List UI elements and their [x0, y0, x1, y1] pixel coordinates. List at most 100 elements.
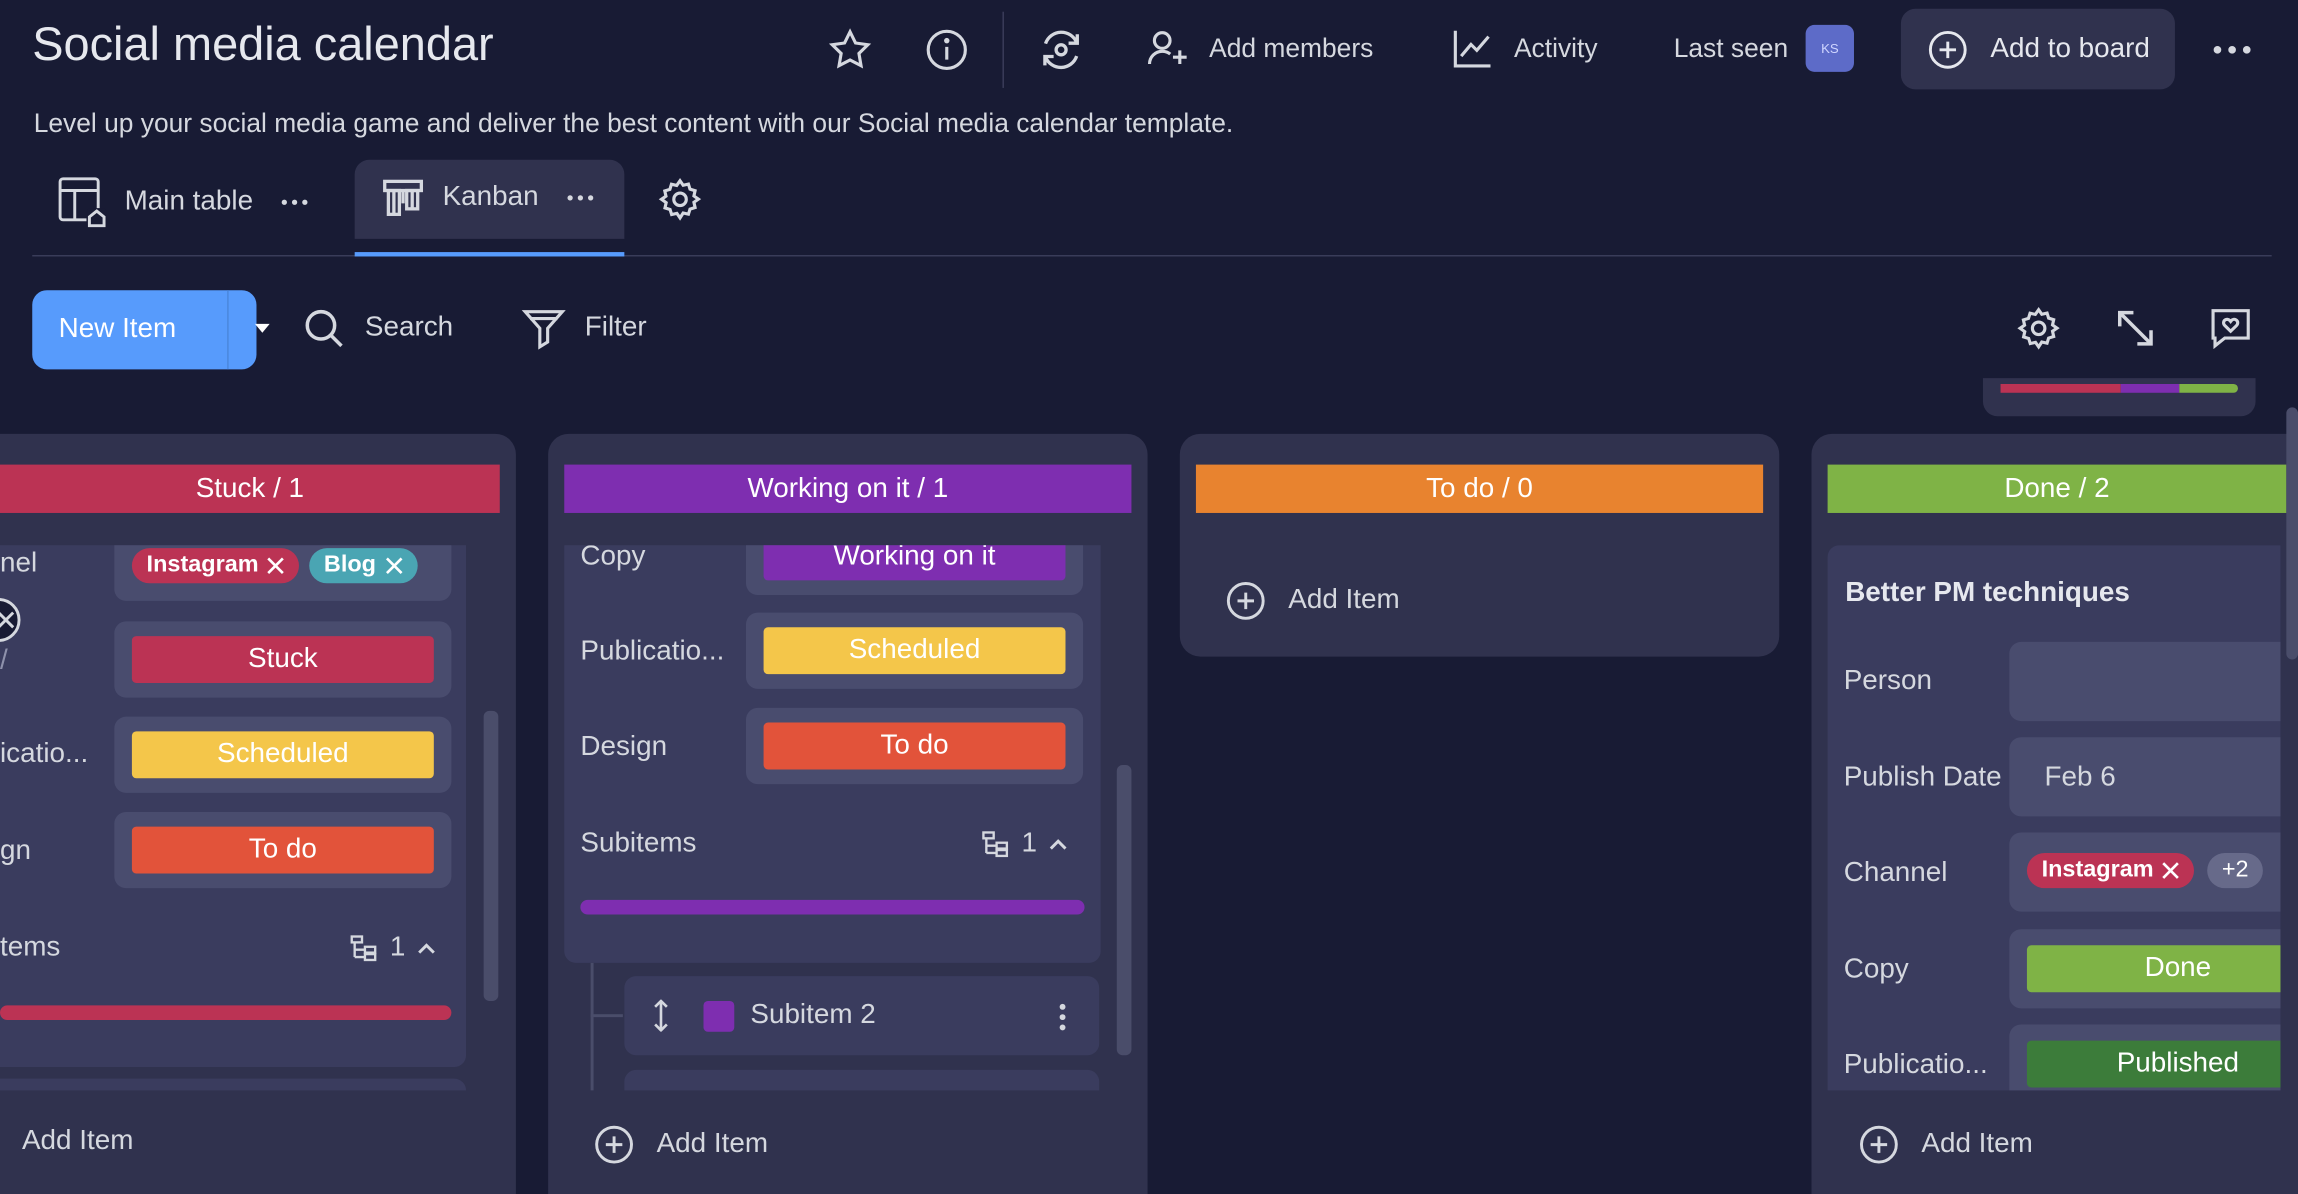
copy-cell[interactable]: Done	[2009, 929, 2281, 1009]
kanban-settings-icon[interactable]	[2015, 305, 2062, 352]
kanban-card[interactable]	[0, 1078, 467, 1091]
publication-cell[interactable]: Scheduled	[745, 612, 1084, 689]
avatar: KS	[1805, 24, 1855, 72]
autopilot-icon[interactable]	[1036, 25, 1086, 75]
status-summary-bar[interactable]	[1982, 378, 2256, 417]
row-label: icatio...	[0, 738, 89, 770]
search-icon	[305, 309, 343, 348]
add-item-button[interactable]: Add Item	[592, 1123, 768, 1167]
column-scrollbar[interactable]	[483, 710, 499, 1002]
column-header-todo[interactable]: To do / 0	[1195, 464, 1764, 513]
last-seen-button[interactable]: Last seen KS	[1674, 24, 1855, 72]
chevron-up-icon	[417, 943, 435, 954]
channel-chip[interactable]: Instagram	[131, 548, 300, 584]
person-cell[interactable]	[2009, 641, 2281, 722]
status-pill[interactable]: Working on it	[763, 545, 1066, 581]
chip-label: Instagram	[146, 552, 259, 578]
column-scrollbar[interactable]	[1116, 765, 1132, 1056]
more-chips-badge[interactable]: +2	[2207, 852, 2264, 889]
new-item-label: New Item	[58, 313, 177, 345]
search-button[interactable]: Search	[300, 305, 453, 352]
publication-cell[interactable]: Scheduled	[114, 716, 452, 793]
column-header-done[interactable]: Done / 2	[1827, 464, 2287, 513]
new-item-button[interactable]: New Item	[32, 290, 270, 370]
add-members-button[interactable]: Add members	[1145, 25, 1373, 72]
design-cell[interactable]: To do	[114, 811, 452, 889]
publish-date-value: Feb 6	[2044, 762, 2116, 793]
status-pill[interactable]: Published	[2026, 1040, 2281, 1088]
tab-options-icon[interactable]	[279, 196, 308, 208]
star-icon[interactable]	[827, 26, 874, 73]
add-item-label: Add Item	[1921, 1128, 2033, 1160]
subitems-toggle[interactable]: 1	[349, 932, 435, 964]
row-label: Channel	[1843, 857, 1948, 889]
row-label: Publicatio...	[580, 636, 725, 667]
close-icon[interactable]	[267, 557, 285, 575]
tab-main-table-label: Main table	[124, 186, 254, 217]
expand-icon[interactable]	[2112, 305, 2159, 352]
tab-kanban[interactable]: Kanban	[381, 176, 594, 220]
filter-label: Filter	[584, 312, 647, 343]
tab-options-icon[interactable]	[565, 192, 594, 204]
status-pill[interactable]: Stuck	[131, 636, 434, 683]
subitems-label: tems	[0, 932, 61, 963]
add-item-button[interactable]: Add Item	[1224, 579, 1400, 623]
activity-chart-icon	[1453, 30, 1491, 68]
feedback-heart-icon[interactable]	[2207, 305, 2254, 352]
plus-circle-icon	[1860, 1125, 1898, 1164]
add-item-button[interactable]: Add Item	[22, 1126, 133, 1158]
kanban-card[interactable]	[1827, 545, 2281, 1091]
tab-main-table[interactable]: Main table	[57, 176, 309, 229]
status-pill[interactable]: Scheduled	[131, 731, 434, 779]
status-pill[interactable]: Scheduled	[763, 627, 1066, 675]
channel-chip[interactable]: Blog	[309, 548, 418, 584]
activity-button[interactable]: Activity	[1449, 25, 1598, 72]
subitem-name[interactable]: Subitem 2	[750, 1000, 875, 1032]
more-menu-icon[interactable]	[2209, 32, 2256, 67]
row-label: Copy	[580, 545, 646, 572]
status-pill[interactable]: To do	[131, 826, 434, 874]
channel-cell[interactable]: Instagram Blog	[114, 545, 452, 601]
publish-date-cell[interactable]: Feb 6	[2009, 737, 2281, 817]
view-settings-icon[interactable]	[657, 176, 704, 223]
status-pill[interactable]: Done	[2026, 945, 2281, 993]
board-title[interactable]: Social media calendar	[32, 18, 493, 72]
column-title: Stuck / 1	[195, 472, 305, 504]
page-scrollbar[interactable]	[2286, 407, 2298, 660]
close-icon	[0, 611, 15, 629]
publication-cell[interactable]: Published	[2009, 1024, 2281, 1091]
subitems-tree-icon	[982, 831, 1009, 858]
new-item-split	[227, 290, 229, 370]
filter-button[interactable]: Filter	[520, 305, 647, 352]
channel-chip[interactable]: Instagram	[2026, 852, 2195, 889]
add-to-board-button[interactable]: Add to board	[1900, 8, 2175, 90]
row-label: /	[0, 644, 8, 676]
column-cards-done: Better PM techniques Person Publish Date…	[1811, 545, 2281, 1091]
subitem-menu-icon[interactable]	[1058, 1002, 1067, 1031]
column-title: Working on it / 1	[747, 472, 949, 504]
plus-circle-icon	[1226, 582, 1265, 620]
subitems-toggle[interactable]: 1	[980, 828, 1066, 860]
column-header-working[interactable]: Working on it / 1	[564, 464, 1132, 513]
tab-kanban-label: Kanban	[442, 181, 539, 213]
chip-label: Blog	[323, 552, 376, 578]
status-pill[interactable]: To do	[763, 722, 1066, 770]
info-icon[interactable]	[923, 26, 970, 73]
close-icon[interactable]	[2162, 862, 2180, 880]
status-cell[interactable]: Stuck	[114, 621, 452, 698]
column-header-stuck[interactable]: Stuck / 1	[0, 464, 500, 513]
column-cards-stuck: nel Instagram Blog / Stuck icatio... Sch…	[0, 545, 484, 1091]
search-label: Search	[364, 312, 454, 343]
add-item-button[interactable]: Add Item	[1857, 1123, 2033, 1167]
copy-cell[interactable]: Working on it	[745, 545, 1084, 596]
card-title[interactable]: Better PM techniques	[1845, 577, 2130, 609]
chevron-down-icon[interactable]	[254, 322, 272, 334]
design-cell[interactable]: To do	[745, 707, 1084, 785]
active-tab-indicator	[354, 252, 625, 257]
channel-cell[interactable]: Instagram +2	[2009, 832, 2281, 912]
drag-handle-icon[interactable]	[654, 999, 669, 1032]
close-icon[interactable]	[385, 557, 403, 575]
subitem-card[interactable]	[624, 1069, 1100, 1091]
subitem-card[interactable]: Subitem 2	[624, 976, 1100, 1056]
summary-working-segment	[2120, 383, 2180, 393]
